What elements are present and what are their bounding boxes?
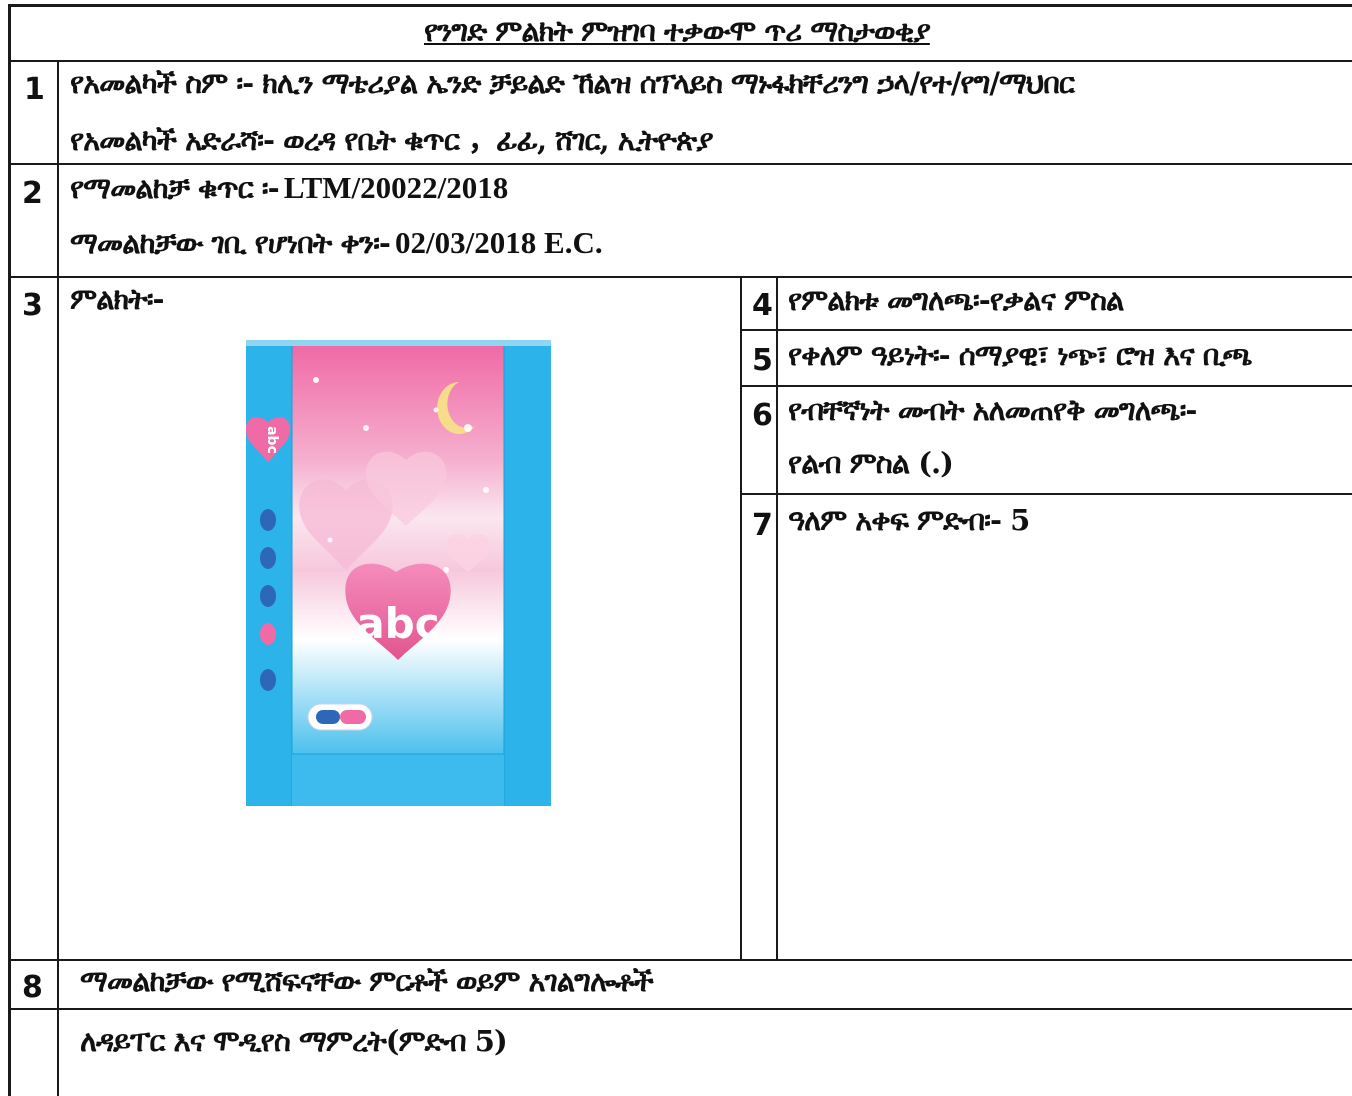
application-date: ማመልከቻው ገቢ የሆነበት ቀን፡- 02/03/2018 E.C. xyxy=(70,225,603,261)
mark-description: የምልክቱ መግለጫ፡-የቃልና ምስል xyxy=(788,283,1124,317)
row-divider xyxy=(8,60,1352,62)
disclaimer-value: የልብ ምስል (.) xyxy=(788,446,954,480)
goods-services-heading: ማመልከቻው የሚሸፍናቸው ምርቶች ወይም አገልግሎቶች xyxy=(80,964,654,998)
disclaimer-statement: የብቸኛነት መብት አለመጠየቅ መግለጫ፡- xyxy=(788,393,1197,427)
row-divider xyxy=(8,1008,1352,1010)
right-row-divider xyxy=(740,329,1352,331)
row-number-2: 2 xyxy=(22,176,43,211)
application-number-label: የማመልከቻ ቁጥር ፡- xyxy=(70,171,280,205)
row-number-5: 5 xyxy=(752,343,773,378)
applicant-address: የአመልካች አድራሻ፡- ወረዳ የቤት ቁጥር ，ፊፊ, ሸገር, ኢትዮጵ… xyxy=(70,123,714,157)
package-artwork: abc abc xyxy=(245,340,551,806)
brand-logo: abc xyxy=(356,599,439,648)
side-brand-logo: abc xyxy=(264,426,280,454)
row-number-7: 7 xyxy=(752,508,773,543)
table-border-top xyxy=(8,4,1352,7)
row-number-3: 3 xyxy=(22,288,43,323)
color-type: የቀለም ዓይነት፡- ሰማያዊ፣ ነጭ፣ ሮዝ እና ቢጫ xyxy=(788,338,1253,372)
row-divider xyxy=(8,276,1352,278)
application-date-label: ማመልከቻው ገቢ የሆነበት ቀን፡- xyxy=(70,226,391,260)
application-number: የማመልከቻ ቁጥር ፡- LTM/20022/2018 xyxy=(70,170,508,206)
row-divider xyxy=(8,163,1352,165)
page-title: የንግድ ምልክት ምዝገባ ተቃውሞ ጥሪ ማስታወቂያ xyxy=(424,14,931,48)
table-border-left xyxy=(8,4,11,1096)
right-panel-divider xyxy=(740,276,742,960)
application-date-value: 02/03/2018 E.C. xyxy=(395,225,603,260)
goods-services-value: ለዳይፐር እና ሞዲየስ ማምረት(ምድብ 5) xyxy=(80,1024,508,1058)
right-number-divider xyxy=(776,276,778,960)
right-row-divider xyxy=(740,385,1352,387)
application-number-value: LTM/20022/2018 xyxy=(283,170,509,205)
row-number-6: 6 xyxy=(752,398,773,433)
applicant-name: የአመልካች ስም ፡- ክሊን ማቴሪያል ኤንድ ቻይልድ ኸልዝ ሰፕላይ… xyxy=(70,66,1075,100)
international-class: ዓለም አቀፍ ምድብ፡- 5 xyxy=(788,503,1030,537)
mark-label: ምልክት፡- xyxy=(70,282,165,316)
right-row-divider xyxy=(740,493,1352,495)
row-divider xyxy=(8,959,1352,961)
row-number-8: 8 xyxy=(22,970,43,1005)
trademark-image: abc abc xyxy=(245,340,551,806)
number-column-divider xyxy=(57,60,59,1096)
row-number-1: 1 xyxy=(24,72,45,107)
row-number-4: 4 xyxy=(752,288,773,323)
